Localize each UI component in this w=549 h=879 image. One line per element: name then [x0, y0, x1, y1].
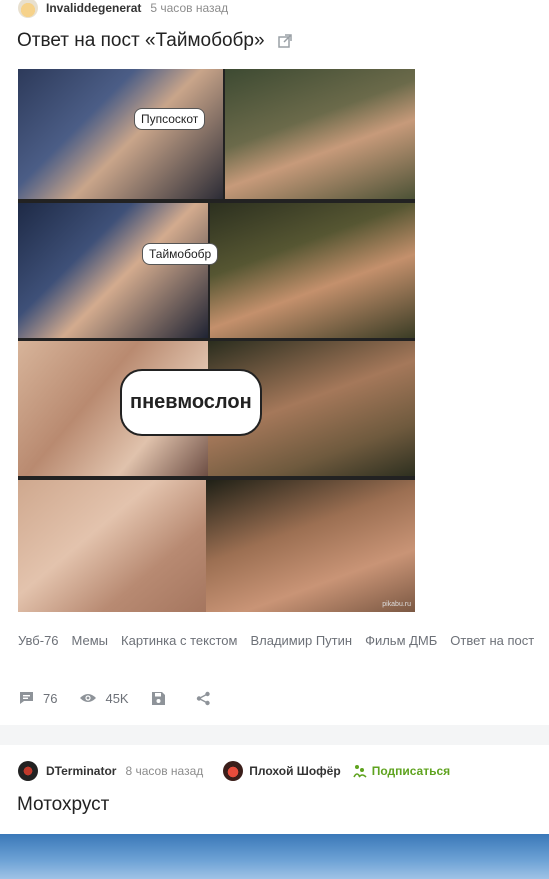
tag-list: Увб-76 Мемы Картинка с текстом Владимир … — [18, 633, 534, 648]
post-separator — [0, 725, 549, 745]
post-actions: 76 45K — [18, 690, 241, 706]
post-title[interactable]: Мотохруст — [17, 794, 109, 816]
community-name[interactable]: Плохой Шофёр — [249, 764, 340, 778]
tag[interactable]: Картинка с текстом — [121, 633, 237, 648]
post-title[interactable]: Ответ на пост «Таймобобр» — [17, 30, 293, 52]
views-count: 45K — [105, 690, 129, 706]
meme-panel-4: pikabu.ru — [18, 480, 415, 612]
subscribe-button[interactable]: Подписаться — [352, 764, 451, 778]
meme-image[interactable]: Пупсоскот Таймобобр пневмослон pikabu.ru — [18, 69, 415, 612]
speech-bubble: пневмослон — [120, 369, 262, 436]
comments-button[interactable]: 76 — [18, 690, 57, 706]
speech-bubble: Пупсоскот — [134, 108, 206, 130]
meme-panel-1: Пупсоскот — [18, 69, 415, 199]
post-title-text[interactable]: Мотохруст — [17, 794, 109, 816]
meme-panel-3: пневмослон — [18, 341, 415, 476]
tag[interactable]: Ответ на пост — [450, 633, 534, 648]
post-time: 5 часов назад — [150, 1, 229, 15]
author-avatar[interactable] — [18, 0, 38, 18]
subscribe-label: Подписаться — [371, 764, 451, 778]
subscribe-icon — [352, 765, 367, 778]
share-icon — [196, 691, 210, 705]
save-button[interactable] — [151, 691, 174, 706]
tag[interactable]: Фильм ДМБ — [365, 633, 437, 648]
post-image[interactable] — [0, 834, 549, 879]
author-avatar[interactable] — [18, 761, 38, 781]
comments-count: 76 — [43, 690, 58, 706]
meme-face-right — [210, 203, 415, 338]
author-name[interactable]: DTerminator — [46, 764, 116, 778]
post-time: 8 часов назад — [125, 764, 204, 778]
post-meta: Invaliddegenerat 5 часов назад — [18, 0, 228, 18]
tag[interactable]: Увб-76 — [18, 633, 59, 648]
share-button[interactable] — [196, 691, 219, 706]
community-avatar[interactable] — [223, 761, 244, 781]
views-counter: 45K — [79, 690, 129, 706]
eye-icon — [80, 694, 97, 702]
meme-panel-2: Таймобобр — [18, 203, 415, 338]
post-card: Invaliddegenerat 5 часов назад Ответ на … — [0, 0, 549, 725]
post-card: DTerminator 8 часов назад Плохой Шофёр П… — [0, 745, 549, 879]
meme-face-left — [18, 203, 208, 338]
watermark: pikabu.ru — [382, 601, 411, 608]
meme-face-right — [225, 69, 415, 199]
comment-icon — [20, 692, 33, 704]
author-name[interactable]: Invaliddegenerat — [46, 1, 141, 15]
post-title-text[interactable]: Ответ на пост «Таймобобр» — [17, 30, 265, 52]
meme-face-left — [18, 480, 206, 612]
external-link-icon[interactable] — [277, 33, 293, 49]
tag[interactable]: Владимир Путин — [250, 633, 352, 648]
speech-bubble: Таймобобр — [142, 243, 219, 265]
post-meta: DTerminator 8 часов назад Плохой Шофёр П… — [18, 761, 450, 781]
meme-face-left — [18, 69, 223, 199]
tag[interactable]: Мемы — [72, 633, 109, 648]
save-icon — [151, 691, 165, 705]
meme-face-right — [206, 480, 415, 612]
